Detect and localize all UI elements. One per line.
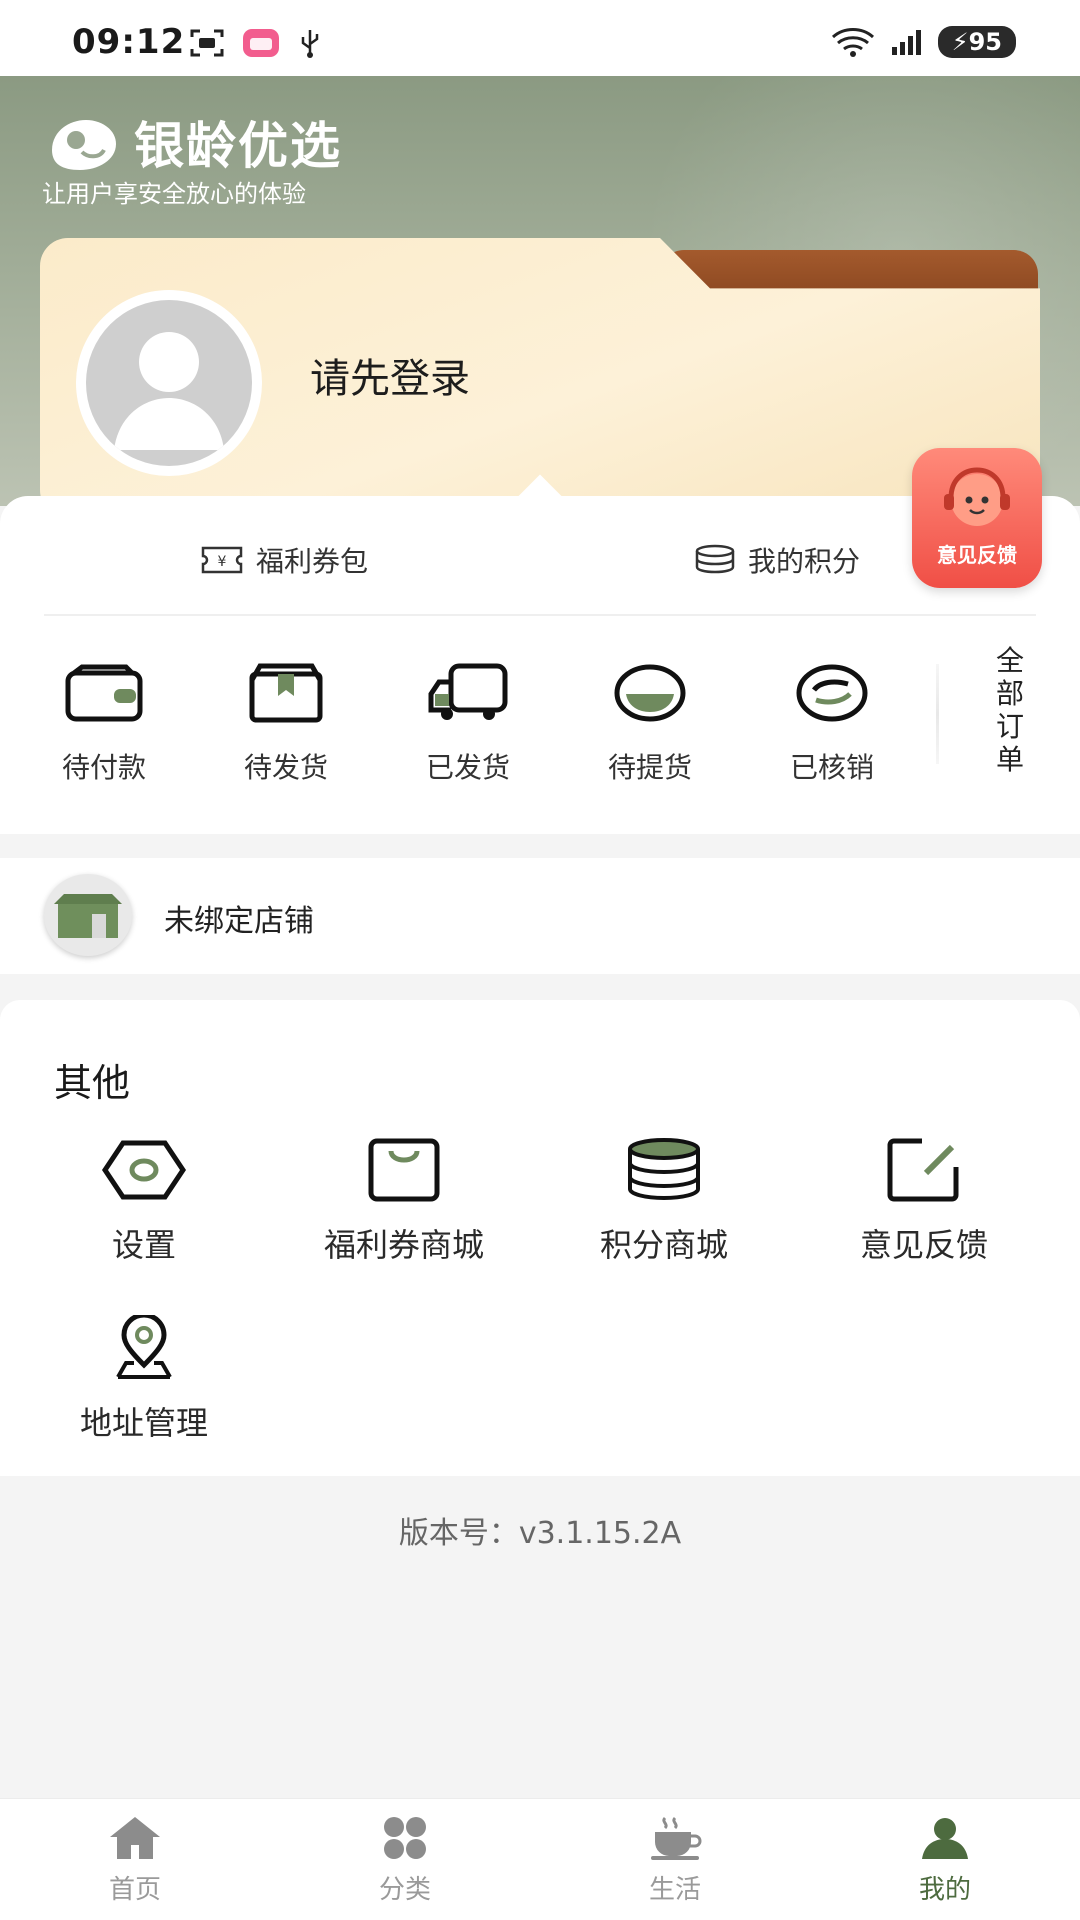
status-time: 09:12 [72,22,186,62]
order-pending-payment[interactable]: 待付款 [34,654,174,786]
tab-life[interactable]: 生活 [595,1811,755,1906]
logo-icon [52,120,116,170]
tab-home[interactable]: 首页 [55,1811,215,1906]
bottom-tab-bar: 首页 分类 生活 我的 [0,1798,1080,1920]
status-bar: 09:12 ⚡95 [0,0,1080,76]
login-prompt[interactable]: 请先登录 [310,346,470,404]
battery-level: 95 [968,28,1002,56]
svg-text:¥: ¥ [218,554,227,570]
battery-indicator: ⚡95 [937,26,1016,58]
edit-icon [887,1138,959,1202]
home-icon [110,1817,160,1859]
app-version: 版本号：v3.1.15.2A [398,1516,682,1551]
signal-icon [891,30,921,55]
verified-icon [796,664,868,722]
all-orders-link[interactable]: 全 部 订 单 [990,644,1030,776]
ticket-icon: ¥ [201,546,243,574]
feedback-fab-label: 意见反馈 [937,543,1017,567]
feedback-floating-button[interactable]: 意见反馈 [912,448,1042,588]
wifi-icon [831,28,874,57]
coins-icon [628,1138,700,1201]
app-title: 银龄优选 [134,117,342,175]
default-avatar-icon [86,300,252,466]
truck-icon [428,663,508,720]
avatar[interactable] [76,290,262,476]
usb-icon [301,30,319,58]
order-status-row: 待付款 待发货 已发货 待提货 已核销 [0,654,1080,794]
status-left-icons [190,28,322,58]
coupon-pack-link[interactable]: ¥ 福利券包 [200,540,368,580]
wallet-icon [65,664,143,722]
screenshot-icon [190,29,224,57]
shopping-bag-icon [368,1138,440,1202]
divider [44,614,1036,616]
store-binding-row[interactable]: 未绑定店铺 [0,858,1080,974]
coupon-pack-label: 福利券包 [256,545,369,578]
coin-stack-icon [695,544,735,574]
tab-mine[interactable]: 我的 [865,1811,1025,1906]
settings-icon [101,1140,187,1200]
my-points-label: 我的积分 [748,545,861,578]
order-verified[interactable]: 已核销 [762,654,902,786]
points-mall-item[interactable]: 积分商城 [544,1130,784,1266]
order-pending-pickup[interactable]: 待提货 [580,654,720,786]
status-right-icons: ⚡95 [830,26,1016,58]
location-icon [116,1315,172,1379]
category-icon [384,1817,426,1859]
others-title: 其他 [54,1061,131,1105]
feedback-item[interactable]: 意见反馈 [804,1130,1044,1266]
box-icon [249,663,323,723]
bilibili-icon [243,29,279,57]
store-icon [44,874,132,956]
orders-separator [936,664,939,764]
coffee-icon [651,1816,702,1860]
coupon-mall-item[interactable]: 福利券商城 [284,1130,524,1266]
support-mascot-icon [944,467,1010,526]
settings-item[interactable]: 设置 [24,1130,264,1266]
address-management-item[interactable]: 地址管理 [24,1308,264,1444]
tab-category[interactable]: 分类 [325,1811,485,1906]
pickup-icon [614,664,686,722]
order-pending-shipment[interactable]: 待发货 [216,654,356,786]
app-tagline: 让用户享安全放心的体验 [42,180,306,208]
user-icon [922,1818,968,1859]
app-logo: 银龄优选 [42,106,342,178]
my-points-link[interactable]: 我的积分 [694,540,860,580]
order-shipped[interactable]: 已发货 [398,654,538,786]
others-section: 其他 设置 福利券商城 积分商城 意见反馈 地址管理 [0,1000,1080,1476]
store-label: 未绑定店铺 [164,904,314,939]
